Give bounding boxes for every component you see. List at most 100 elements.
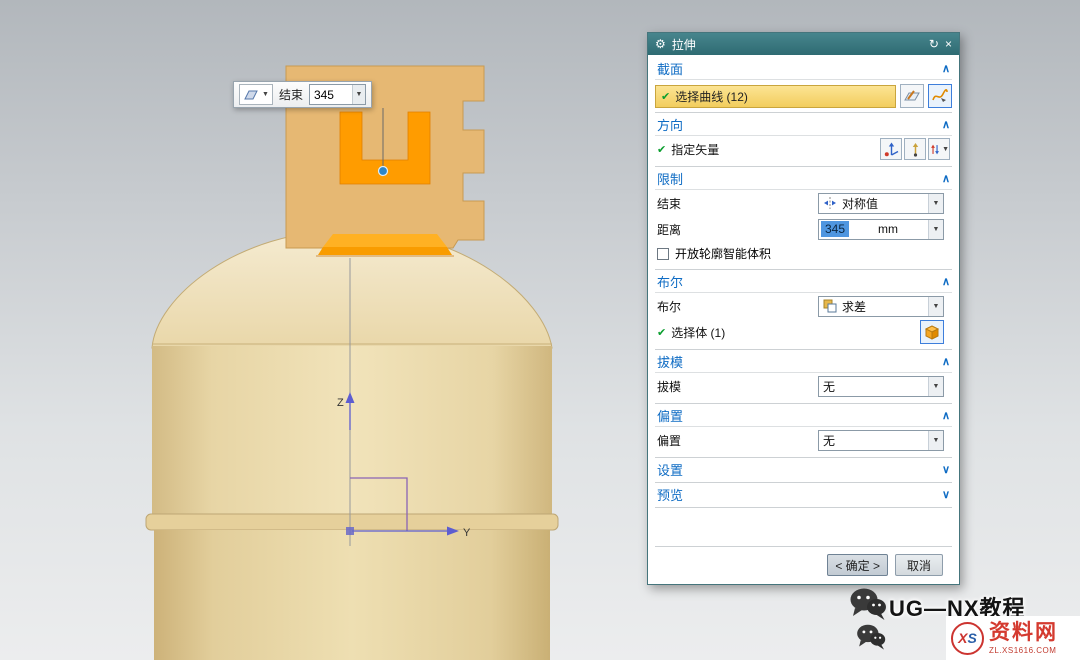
chevron-down-icon[interactable]: ▼: [928, 431, 943, 450]
solid-body-icon: [923, 323, 941, 341]
chevron-down-icon[interactable]: ∨: [942, 488, 950, 501]
draft-value: 无: [823, 378, 835, 395]
bottle-body[interactable]: [152, 346, 552, 516]
valve-cap-top[interactable]: [323, 234, 447, 247]
extrude-limit-icon: [243, 88, 259, 102]
open-profile-checkbox[interactable]: [657, 248, 669, 260]
brand-url: ZL.XS1616.COM: [989, 647, 1058, 655]
vector-dialog-button[interactable]: [880, 138, 902, 160]
settings-group: 设置 ∨: [655, 458, 952, 483]
distance-field[interactable]: 345 mm ▼: [818, 219, 944, 240]
distance-unit: mm: [878, 222, 901, 236]
boolean-label: 布尔: [657, 298, 681, 315]
distance-value[interactable]: 345: [821, 221, 849, 237]
z-axis-label: Z: [337, 397, 344, 409]
mini-distance-input[interactable]: [310, 86, 352, 103]
limit-option-combo[interactable]: ▼: [239, 84, 273, 105]
boolean-group-header[interactable]: 布尔 ∧: [655, 270, 952, 293]
reset-icon[interactable]: ↻: [929, 38, 939, 50]
dialog-button-row: < 确定 > 取消: [655, 546, 952, 578]
chevron-up-icon[interactable]: ∧: [942, 62, 950, 75]
sketch-section-button[interactable]: [900, 84, 924, 108]
sketch-icon: [904, 88, 920, 104]
boolean-group-title: 布尔: [657, 272, 683, 291]
preview-group-header[interactable]: 预览 ∨: [655, 483, 952, 506]
section-group-header[interactable]: 截面 ∧: [655, 57, 952, 80]
y-axis-label: Y: [463, 527, 471, 539]
offset-group-title: 偏置: [657, 406, 683, 425]
chevron-up-icon[interactable]: ∧: [942, 275, 950, 288]
chevron-down-icon[interactable]: ▼: [352, 85, 365, 104]
chevron-up-icon[interactable]: ∧: [942, 409, 950, 422]
boolean-value: 求差: [842, 298, 866, 315]
chevron-up-icon[interactable]: ∧: [942, 172, 950, 185]
close-icon[interactable]: ×: [945, 38, 952, 50]
offset-group-header[interactable]: 偏置 ∧: [655, 404, 952, 427]
chevron-down-icon[interactable]: ▼: [928, 297, 943, 316]
drag-handle[interactable]: [379, 167, 388, 176]
origin-marker[interactable]: [346, 527, 354, 535]
dialog-titlebar[interactable]: ⚙ 拉伸 ↻ ×: [648, 33, 959, 55]
chevron-down-icon: ▼: [942, 146, 949, 153]
select-curve-label: 选择曲线 (12): [675, 88, 748, 105]
limits-group-header[interactable]: 限制 ∧: [655, 167, 952, 190]
brand-watermark: X S 资料网 ZL.XS1616.COM: [946, 616, 1080, 660]
chevron-up-icon[interactable]: ∧: [942, 355, 950, 368]
curve-icon: [932, 89, 948, 103]
extrude-dialog: ⚙ 拉伸 ↻ × 截面 ∧ ✔ 选择曲线 (12): [647, 32, 960, 585]
nx-graphics-window: Z Y ▼ 结束 ▼ ⚙ 拉伸 ↻ ×: [0, 0, 1080, 660]
specify-vector-label: 指定矢量: [671, 141, 719, 158]
boolean-dropdown[interactable]: 求差 ▼: [818, 296, 944, 317]
bottle-lower-body[interactable]: [154, 530, 550, 660]
chevron-down-icon[interactable]: ∨: [942, 463, 950, 476]
check-icon: ✔: [657, 143, 666, 156]
cancel-button[interactable]: 取消: [895, 554, 943, 576]
reverse-direction-icon: [929, 142, 941, 157]
limits-group-title: 限制: [657, 169, 683, 188]
end-type-value: 对称值: [842, 195, 878, 212]
chevron-down-icon[interactable]: ▼: [928, 194, 943, 213]
dialog-body: 截面 ∧ ✔ 选择曲线 (12): [648, 55, 959, 584]
inferred-vector-button[interactable]: [904, 138, 926, 160]
draft-group: 拔模 ∧ 拔模 无 ▼: [655, 350, 952, 404]
mini-distance-field: ▼: [309, 84, 366, 105]
brand-logo-s: S: [968, 630, 977, 646]
select-curve-field[interactable]: ✔ 选择曲线 (12): [655, 85, 896, 108]
section-group-title: 截面: [657, 59, 683, 78]
section-group: 截面 ∧ ✔ 选择曲线 (12): [655, 57, 952, 113]
subtract-icon: [823, 299, 837, 313]
offset-label: 偏置: [657, 432, 681, 449]
settings-group-title: 设置: [657, 460, 683, 479]
ok-button[interactable]: < 确定 >: [827, 554, 888, 576]
brand-logo-x: X: [958, 630, 967, 646]
select-body-label: 选择体 (1): [671, 324, 725, 341]
distance-label: 距离: [657, 221, 681, 238]
chevron-down-icon[interactable]: ▼: [928, 220, 943, 239]
inferred-vector-icon: [908, 142, 923, 157]
offset-group: 偏置 ∧ 偏置 无 ▼: [655, 404, 952, 458]
valve-cap-bottom[interactable]: [318, 247, 452, 255]
select-body-button[interactable]: [920, 320, 944, 344]
offset-dropdown[interactable]: 无 ▼: [818, 430, 944, 451]
direction-group-title: 方向: [657, 115, 683, 134]
wechat-icon: [849, 587, 887, 621]
vector-dialog-icon: [884, 142, 899, 157]
draft-group-header[interactable]: 拔模 ∧: [655, 350, 952, 373]
draft-group-title: 拔模: [657, 352, 683, 371]
draft-dropdown[interactable]: 无 ▼: [818, 376, 944, 397]
settings-group-header[interactable]: 设置 ∨: [655, 458, 952, 481]
open-profile-label: 开放轮廓智能体积: [675, 245, 771, 262]
check-icon: ✔: [661, 90, 670, 103]
chevron-down-icon[interactable]: ▼: [928, 377, 943, 396]
direction-group-header[interactable]: 方向 ∧: [655, 113, 952, 136]
chevron-up-icon[interactable]: ∧: [942, 118, 950, 131]
reverse-direction-button[interactable]: ▼: [928, 138, 950, 160]
chevron-down-icon: ▼: [262, 91, 269, 98]
check-icon: ✔: [657, 326, 666, 339]
end-type-dropdown[interactable]: 对称值 ▼: [818, 193, 944, 214]
wechat-icon-small: [856, 623, 886, 651]
draft-label: 拔模: [657, 378, 681, 395]
offset-value: 无: [823, 432, 835, 449]
gear-icon: ⚙: [655, 38, 666, 50]
curve-rule-button[interactable]: [928, 84, 952, 108]
